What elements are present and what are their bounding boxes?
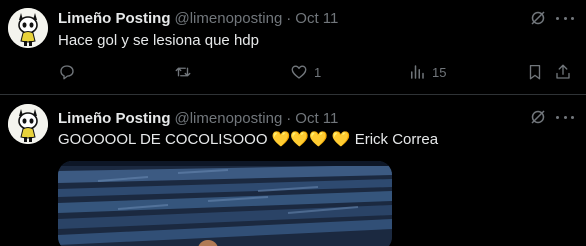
more-icon[interactable] xyxy=(556,109,574,125)
heart-icon xyxy=(291,65,307,79)
tweet[interactable]: Limeño Posting @limenoposting · Oct 11 G… xyxy=(0,95,586,246)
tweet-date[interactable]: Oct 11 xyxy=(295,10,338,27)
author-handle[interactable]: @limenoposting xyxy=(175,10,283,27)
views-count: 15 xyxy=(432,64,447,80)
avatar[interactable] xyxy=(8,8,48,48)
tweet-header: Limeño Posting @limenoposting · Oct 11 xyxy=(58,108,338,128)
bookmark-button[interactable] xyxy=(526,62,544,82)
author-name[interactable]: Limeño Posting xyxy=(58,10,171,27)
avatar-mascot-icon xyxy=(8,104,48,144)
bookmark-icon xyxy=(529,64,541,80)
author-name[interactable]: Limeño Posting xyxy=(58,110,171,127)
avatar[interactable] xyxy=(8,104,48,144)
tweet[interactable]: Limeño Posting @limenoposting · Oct 11 H… xyxy=(0,0,586,95)
share-button[interactable] xyxy=(554,62,572,82)
tweet-header: Limeño Posting @limenoposting · Oct 11 xyxy=(58,8,338,28)
tweet-media[interactable] xyxy=(58,161,392,246)
retweet-button[interactable] xyxy=(174,62,198,82)
views-button[interactable]: 15 xyxy=(408,62,446,82)
tweet-text: GOOOOOL DE COCOLISOOO 💛💛💛 💛 Erick Correa xyxy=(58,131,439,148)
author-handle[interactable]: @limenoposting xyxy=(175,110,283,127)
stadium-photo xyxy=(58,161,392,246)
avatar-mascot-icon xyxy=(8,8,48,48)
grok-icon[interactable] xyxy=(530,10,546,26)
grok-icon[interactable] xyxy=(530,109,546,125)
more-icon[interactable] xyxy=(556,10,574,26)
separator: · xyxy=(286,109,292,127)
retweet-icon xyxy=(175,67,191,77)
reply-button[interactable] xyxy=(58,62,82,82)
like-count: 1 xyxy=(314,64,322,80)
tweet-text: Hace gol y se lesiona que hdp xyxy=(58,32,259,49)
reply-icon xyxy=(60,65,74,80)
views-icon xyxy=(411,65,424,79)
tweet-actions: 1 15 xyxy=(58,62,578,82)
tweet-date[interactable]: Oct 11 xyxy=(295,110,338,127)
like-button[interactable]: 1 xyxy=(290,62,321,82)
separator: · xyxy=(286,9,292,27)
share-icon xyxy=(556,64,570,79)
